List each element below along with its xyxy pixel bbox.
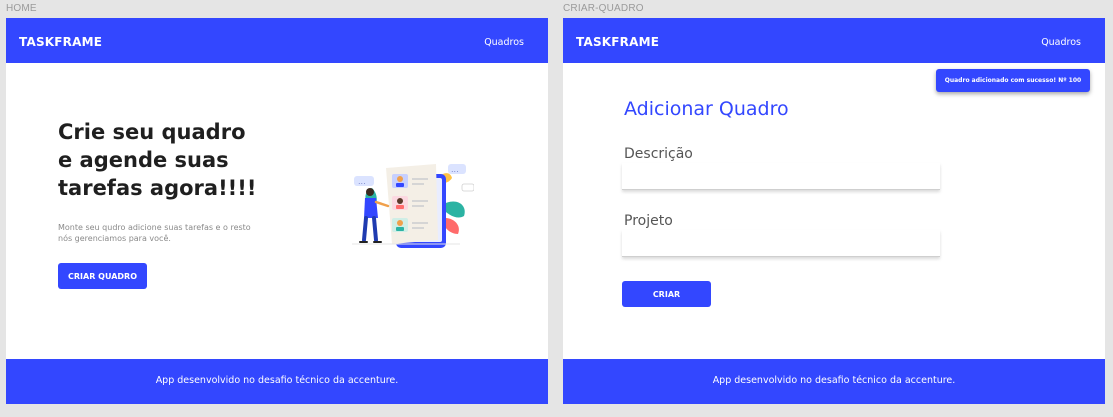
header: TASKFRAME Quadros (563, 18, 1105, 63)
brand-logo[interactable]: TASKFRAME (19, 35, 102, 49)
form-title: Adicionar Quadro (624, 98, 789, 120)
hero-subtitle-line: nós gerenciamos para você. (58, 234, 171, 243)
artboard-label-home: HOME (6, 3, 37, 14)
footer-text: App desenvolvido no desafio técnico da a… (155, 375, 399, 386)
descricao-input[interactable] (622, 163, 940, 190)
descricao-label: Descrição (624, 146, 693, 162)
hero-subtitle-line: Monte seu qudro adicione suas tarefas e … (58, 223, 251, 232)
svg-text:...: ... (451, 165, 459, 174)
hero-title-line: tarefas agora!!!! (58, 176, 257, 200)
artboard-label-criar-quadro: CRIAR-QUADRO (563, 3, 644, 14)
home-screen: TASKFRAME Quadros Crie seu quadro e agen… (6, 18, 548, 404)
hero-subtitle: Monte seu qudro adicione suas tarefas e … (58, 222, 288, 244)
nav-link-quadros[interactable]: Quadros (1041, 37, 1081, 48)
projeto-label: Projeto (624, 213, 673, 229)
hero-illustration: ... ... (352, 164, 474, 248)
svg-text:...: ... (358, 177, 366, 186)
hero-title: Crie seu quadro e agende suas tarefas ag… (58, 118, 258, 202)
brand-logo[interactable]: TASKFRAME (576, 35, 659, 49)
success-toast: Quadro adicionado com sucesso! Nº 100 (936, 69, 1090, 92)
footer: App desenvolvido no desafio técnico da a… (6, 359, 548, 404)
hero-title-line: Crie seu quadro (58, 120, 246, 144)
header: TASKFRAME Quadros (6, 18, 548, 63)
footer: App desenvolvido no desafio técnico da a… (563, 359, 1105, 404)
footer-text: App desenvolvido no desafio técnico da a… (712, 375, 956, 386)
hero-title-line: e agende suas (58, 148, 229, 172)
criar-quadro-screen: TASKFRAME Quadros Quadro adicionado com … (563, 18, 1105, 404)
nav-link-quadros[interactable]: Quadros (484, 37, 524, 48)
chat-bubble (461, 183, 474, 192)
projeto-input[interactable] (622, 230, 940, 257)
criar-button[interactable]: CRIAR (622, 281, 711, 307)
criar-quadro-button[interactable]: CRIAR QUADRO (58, 263, 147, 289)
